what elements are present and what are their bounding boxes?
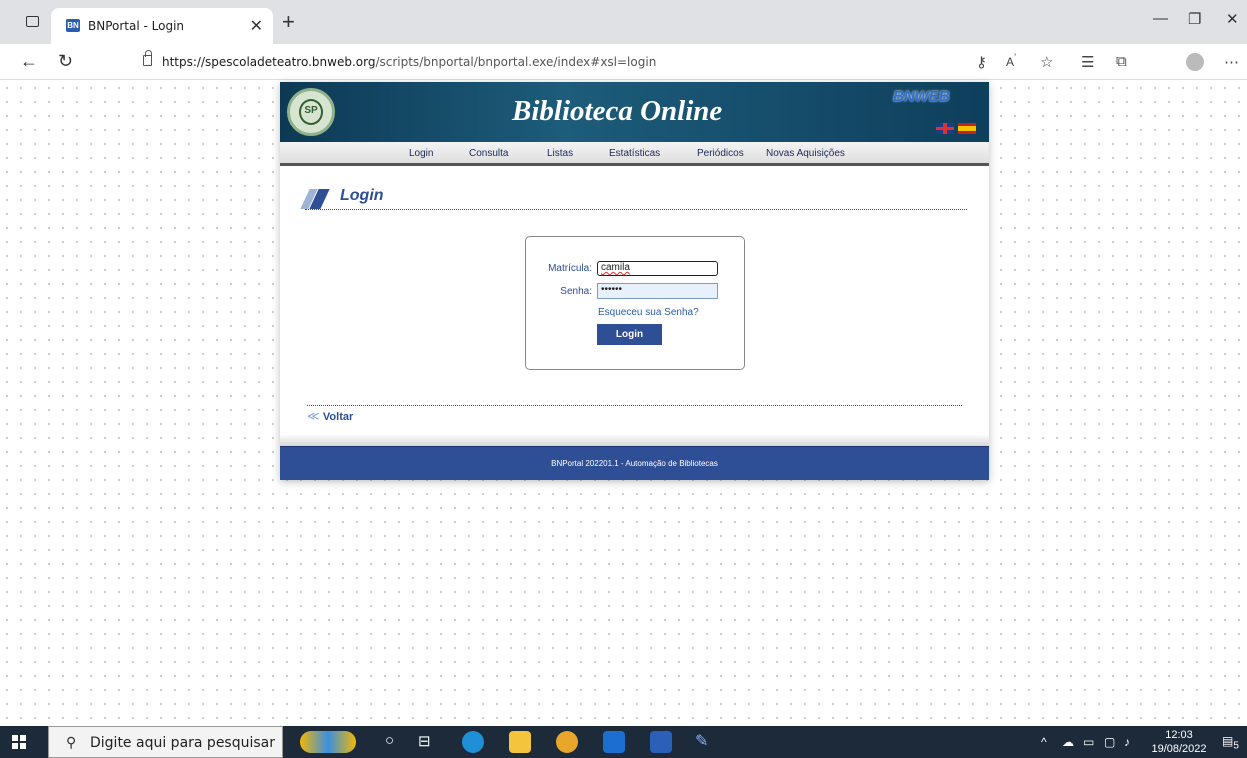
menu-consulta[interactable]: Consulta bbox=[469, 148, 508, 159]
url-field[interactable]: https://spescoladeteatro.bnweb.org/scrip… bbox=[162, 55, 656, 69]
paint-icon[interactable]: ✎ bbox=[695, 731, 708, 751]
collections-icon[interactable]: ⧉ bbox=[1116, 53, 1127, 70]
notification-count: 5 bbox=[1233, 740, 1239, 752]
notifications-icon[interactable]: ▤5 bbox=[1222, 734, 1239, 751]
outlook-icon[interactable] bbox=[603, 731, 625, 753]
close-window-icon[interactable]: ✕ bbox=[1226, 10, 1239, 28]
menu-estatisticas[interactable]: Estatísticas bbox=[609, 148, 660, 159]
bnweb-logo[interactable]: BNWEB bbox=[893, 88, 950, 105]
double-left-arrow-icon[interactable]: ≪ bbox=[307, 409, 320, 423]
logo-text: SP bbox=[299, 99, 323, 125]
senha-input[interactable]: •••••• bbox=[597, 283, 718, 299]
matricula-label: Matrícula: bbox=[548, 263, 592, 274]
back-bar: ≪ Voltar bbox=[307, 405, 962, 423]
read-aloud-icon[interactable]: Aʼ bbox=[1006, 53, 1016, 69]
lock-icon[interactable] bbox=[143, 50, 152, 66]
taskbar-search-placeholder: Digite aqui para pesquisar bbox=[90, 735, 276, 751]
search-icon: ⚲ bbox=[66, 734, 77, 750]
banner: SP Biblioteca Online BNWEB bbox=[280, 82, 989, 142]
task-view-icon[interactable]: ⊟ bbox=[418, 732, 431, 750]
senha-label: Senha: bbox=[560, 286, 592, 297]
news-widget-icon[interactable] bbox=[300, 731, 356, 753]
taskbar-search[interactable]: ⚲ Digite aqui para pesquisar bbox=[48, 726, 283, 758]
back-icon[interactable]: ← bbox=[20, 51, 38, 72]
favicon-icon: BN bbox=[66, 19, 80, 32]
edge-icon[interactable] bbox=[462, 731, 484, 753]
menu-listas[interactable]: Listas bbox=[547, 148, 573, 159]
main-menu: Login Consulta Listas Estatísticas Perió… bbox=[280, 142, 989, 166]
cortana-icon[interactable]: ○ bbox=[385, 732, 394, 749]
browser-tab[interactable]: BN BNPortal - Login ✕ bbox=[51, 8, 273, 44]
show-hidden-icons[interactable]: ^ bbox=[1041, 735, 1047, 749]
windows-start-icon[interactable] bbox=[12, 735, 26, 749]
menu-novas-aquisicoes[interactable]: Novas Aquisições bbox=[766, 148, 845, 159]
footer-text: BNPortal 202201.1 - Automação de Bibliot… bbox=[551, 459, 718, 468]
footer-shade bbox=[280, 434, 989, 446]
new-tab-button[interactable]: + bbox=[282, 9, 295, 35]
network-icon[interactable]: ▭ bbox=[1083, 735, 1094, 749]
taskbar-clock[interactable]: 12:03 19/08/2022 bbox=[1151, 728, 1207, 756]
footer: BNPortal 202201.1 - Automação de Bibliot… bbox=[280, 446, 989, 480]
menu-login[interactable]: Login bbox=[409, 148, 433, 159]
matricula-value: camila bbox=[601, 262, 630, 273]
clock-time: 12:03 bbox=[1165, 729, 1193, 741]
clock-date: 19/08/2022 bbox=[1151, 743, 1207, 755]
favorites-icon[interactable]: ☰ bbox=[1081, 53, 1094, 71]
english-flag-icon[interactable] bbox=[936, 123, 954, 134]
menu-periodicos[interactable]: Periódicos bbox=[697, 148, 744, 159]
key-icon[interactable]: ⚷ bbox=[976, 53, 987, 71]
restore-icon[interactable]: ❐ bbox=[1188, 10, 1201, 28]
close-tab-icon[interactable]: ✕ bbox=[250, 16, 263, 36]
tab-title: BNPortal - Login bbox=[88, 19, 185, 33]
display-icon[interactable]: ▢ bbox=[1104, 735, 1115, 749]
section-title-text: Login bbox=[340, 187, 384, 204]
more-icon[interactable]: ⋯ bbox=[1224, 53, 1239, 71]
login-form: Matrícula: camila Senha: •••••• Esqueceu… bbox=[525, 236, 745, 370]
file-explorer-icon[interactable] bbox=[509, 731, 531, 753]
forgot-password-link[interactable]: Esqueceu sua Senha? bbox=[598, 307, 699, 318]
page-background: SP Biblioteca Online BNWEB Login Consult… bbox=[0, 81, 1247, 726]
minimize-icon[interactable]: — bbox=[1153, 10, 1168, 27]
taskbar: ⚲ Digite aqui para pesquisar ○ ⊟ ✎ ^ ☁ ▭… bbox=[0, 726, 1247, 758]
tab-actions-icon[interactable] bbox=[26, 16, 39, 27]
back-link[interactable]: Voltar bbox=[323, 411, 353, 423]
word-icon[interactable] bbox=[650, 731, 672, 753]
tab-strip: BN BNPortal - Login ✕ + — ❐ ✕ bbox=[0, 0, 1247, 44]
spanish-flag-icon[interactable] bbox=[958, 123, 976, 134]
volume-icon[interactable]: ♪ bbox=[1124, 735, 1130, 749]
portal-container: SP Biblioteca Online BNWEB Login Consult… bbox=[280, 82, 989, 480]
favorites-add-icon[interactable]: ☆ bbox=[1040, 53, 1053, 71]
page-title: Biblioteca Online bbox=[512, 95, 723, 127]
profile-icon[interactable] bbox=[1186, 53, 1204, 71]
chrome-icon[interactable] bbox=[556, 731, 578, 753]
school-logo[interactable]: SP bbox=[287, 88, 335, 136]
address-bar: ← ↻ https://spescoladeteatro.bnweb.org/s… bbox=[0, 44, 1247, 80]
refresh-icon[interactable]: ↻ bbox=[58, 51, 73, 72]
matricula-input[interactable]: camila bbox=[597, 261, 718, 276]
login-button[interactable]: Login bbox=[597, 324, 662, 345]
onedrive-icon[interactable]: ☁ bbox=[1062, 735, 1074, 749]
section-title: Login bbox=[300, 186, 967, 210]
